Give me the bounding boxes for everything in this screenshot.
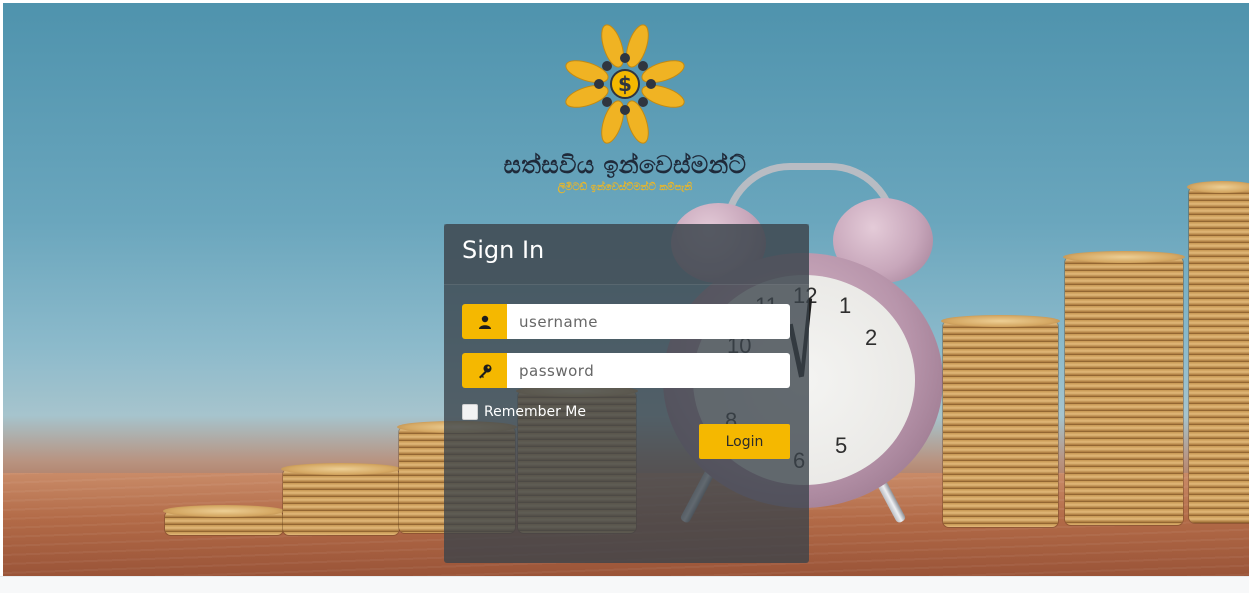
coin-stack [163, 505, 285, 535]
clock-number: 1 [839, 293, 852, 318]
svg-text:$: $ [618, 72, 632, 96]
clock-number: 2 [865, 325, 878, 350]
password-input[interactable] [507, 353, 790, 388]
remember-me-row: Remember Me [462, 404, 586, 420]
user-icon [462, 304, 507, 339]
password-group [462, 353, 790, 388]
clock-number: 5 [835, 433, 848, 458]
username-input[interactable] [507, 304, 790, 339]
coin-stack [1063, 251, 1185, 525]
brand-subtitle: ලිමිටඩ් ඉන්වෙස්ට්මන්ට් කම්පැනි [557, 182, 693, 193]
brand-title: සත්සවිය ඉන්වෙස්මන්ට් [503, 150, 747, 179]
key-icon [462, 353, 507, 388]
coin-stack [1187, 181, 1249, 523]
login-button[interactable]: Login [699, 424, 790, 459]
dollar-sun-logo-icon: $ [565, 24, 685, 144]
login-title: Sign In [462, 236, 545, 264]
coin-stack [281, 463, 401, 535]
remember-me-checkbox[interactable] [462, 404, 478, 420]
remember-me-label[interactable]: Remember Me [484, 404, 586, 420]
brand-logo: $ සත්සවිය ඉන්වෙස්මන්ට් ලිමිටඩ් ඉන්වෙස්ට්… [490, 22, 760, 202]
username-group [462, 304, 790, 339]
login-panel: Sign In Remember Me Login [444, 224, 809, 563]
coin-stack [941, 315, 1060, 527]
login-header: Sign In [444, 224, 809, 285]
footer-strip [0, 576, 1249, 593]
